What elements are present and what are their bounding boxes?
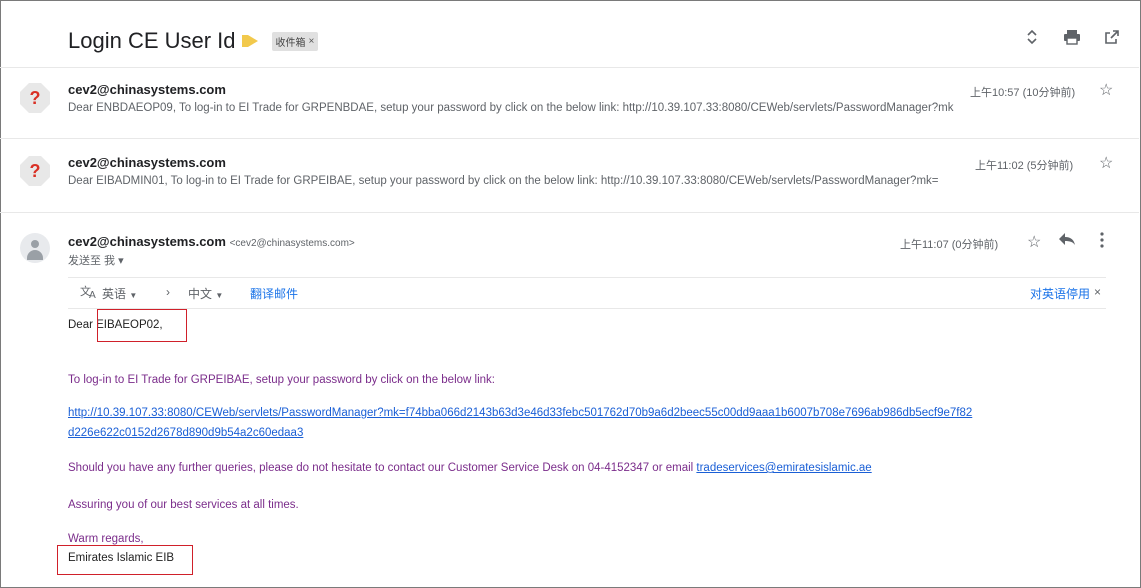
source-language-select[interactable]: 英语 ▼	[102, 285, 137, 302]
thread-subject: Login CE User Id	[68, 28, 236, 53]
open-new-window-icon[interactable]	[1103, 28, 1121, 46]
open-message-time: 上午11:07 (0分钟前)	[900, 239, 999, 251]
sender-avatar	[20, 233, 50, 263]
importance-marker-icon[interactable]	[241, 35, 258, 47]
password-link-continued[interactable]: d226e622c0152d2678d890d9b54a2c60edaa3	[68, 427, 303, 439]
print-icon[interactable]	[1063, 28, 1081, 46]
inbox-label-text: 收件箱	[275, 37, 306, 49]
recipient-dropdown[interactable]: 发送至 我 ▾	[68, 252, 124, 268]
svg-text:A: A	[89, 290, 96, 299]
translate-icon: 文A	[80, 283, 98, 302]
target-language-select[interactable]: 中文 ▼	[188, 285, 223, 302]
password-link[interactable]: http://10.39.107.33:8080/CEWeb/servlets/…	[68, 407, 972, 419]
star-icon[interactable]: ☆	[1099, 153, 1113, 173]
unknown-sender-avatar: ?	[20, 156, 50, 186]
contact-email-link[interactable]: tradeservices@emiratesislamic.ae	[696, 462, 871, 474]
thread-toolbar	[1023, 28, 1121, 46]
sender-email: <cev2@chinasystems.com>	[229, 238, 355, 249]
divider	[0, 67, 1139, 68]
reply-icon[interactable]	[1058, 232, 1076, 251]
arrow-right-icon: ›	[166, 285, 170, 299]
body-line: To log-in to EI Trade for GRPEIBAE, setu…	[68, 374, 495, 386]
sender-name[interactable]: cev2@chinasystems.com	[68, 234, 226, 249]
remove-label-icon[interactable]: ×	[309, 36, 315, 47]
message-time: 上午11:02 (5分钟前)	[975, 160, 1074, 172]
highlight-box	[97, 309, 187, 342]
message-time: 上午10:57 (10分钟前)	[970, 87, 1076, 99]
divider	[0, 138, 1139, 139]
thread-header: Login CE User Id 收件箱 ×	[68, 28, 319, 54]
star-icon[interactable]: ☆	[1027, 232, 1041, 252]
body-line: Assuring you of our best services at all…	[68, 499, 299, 511]
regards: Warm regards,	[68, 533, 144, 545]
close-translate-bar-icon[interactable]: ×	[1094, 285, 1101, 299]
message-sender[interactable]: cev2@chinasystems.com	[68, 82, 226, 97]
expand-icon[interactable]	[1023, 28, 1041, 46]
translate-message-link[interactable]: 翻译邮件	[250, 285, 298, 302]
divider	[0, 212, 1139, 213]
contact-line: Should you have any further queries, ple…	[68, 462, 872, 474]
star-icon[interactable]: ☆	[1099, 80, 1113, 100]
more-options-icon[interactable]	[1100, 232, 1104, 253]
disable-translation-link[interactable]: 对英语停用	[1030, 285, 1090, 302]
inbox-label-chip[interactable]: 收件箱 ×	[271, 31, 319, 51]
message-sender[interactable]: cev2@chinasystems.com	[68, 155, 226, 170]
open-message-sender[interactable]: cev2@chinasystems.com <cev2@chinasystems…	[68, 234, 355, 249]
translate-bar: 文A 英语 ▼ › 中文 ▼ 翻译邮件 对英语停用 ×	[68, 277, 1106, 309]
unknown-sender-avatar: ?	[20, 83, 50, 113]
highlight-box	[57, 545, 193, 575]
message-snippet[interactable]: Dear EIBADMIN01, To log-in to EI Trade f…	[68, 175, 939, 187]
message-snippet[interactable]: Dear ENBDAEOP09, To log-in to EI Trade f…	[68, 102, 954, 114]
